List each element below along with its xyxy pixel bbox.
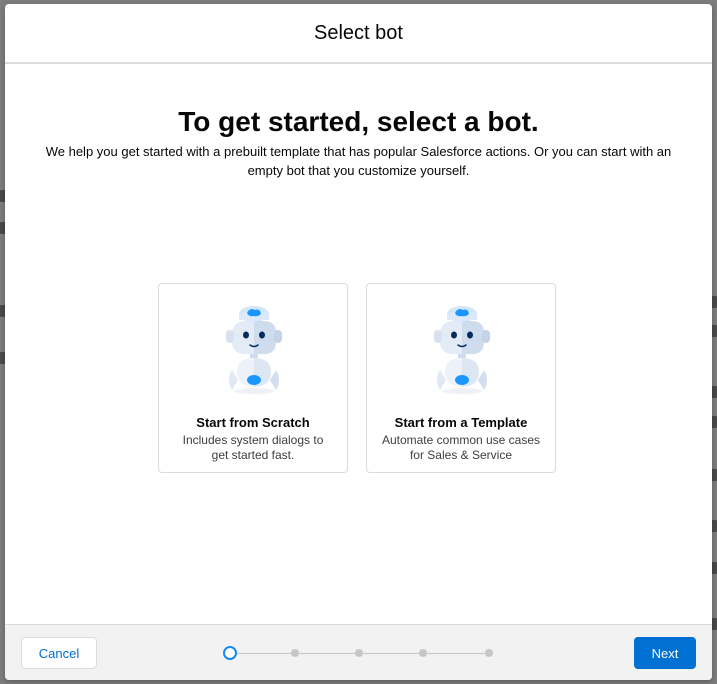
modal-body: To get started, select a bot. We help yo…	[5, 64, 712, 624]
progress-step-3[interactable]	[355, 649, 363, 657]
select-bot-modal: Select bot To get started, select a bot.…	[5, 4, 712, 680]
progress-step-1[interactable]	[223, 646, 237, 660]
bot-icon	[434, 306, 490, 394]
page-headline: To get started, select a bot.	[178, 106, 539, 137]
modal-header: Select bot	[5, 4, 712, 64]
progress-indicator	[223, 646, 493, 660]
modal-footer: Cancel Next	[5, 624, 712, 680]
card-title: Start from a Template	[394, 415, 528, 430]
start-from-scratch-card[interactable]: Start from Scratch Includes system dialo…	[158, 283, 348, 473]
card-description: Automate common use cases for Sales & Se…	[381, 433, 541, 462]
modal-title: Select bot	[314, 21, 403, 44]
next-button[interactable]: Next	[634, 637, 696, 669]
bot-icon	[226, 306, 282, 394]
progress-step-5[interactable]	[485, 649, 493, 657]
page-subtext: We help you get started with a prebuilt …	[45, 144, 672, 178]
card-title: Start from Scratch	[196, 415, 310, 430]
start-from-template-card[interactable]: Start from a Template Automate common us…	[366, 283, 556, 473]
progress-step-2[interactable]	[291, 649, 299, 657]
card-description: Includes system dialogs to get started f…	[182, 433, 324, 462]
progress-step-4[interactable]	[419, 649, 427, 657]
cancel-button[interactable]: Cancel	[21, 637, 97, 669]
